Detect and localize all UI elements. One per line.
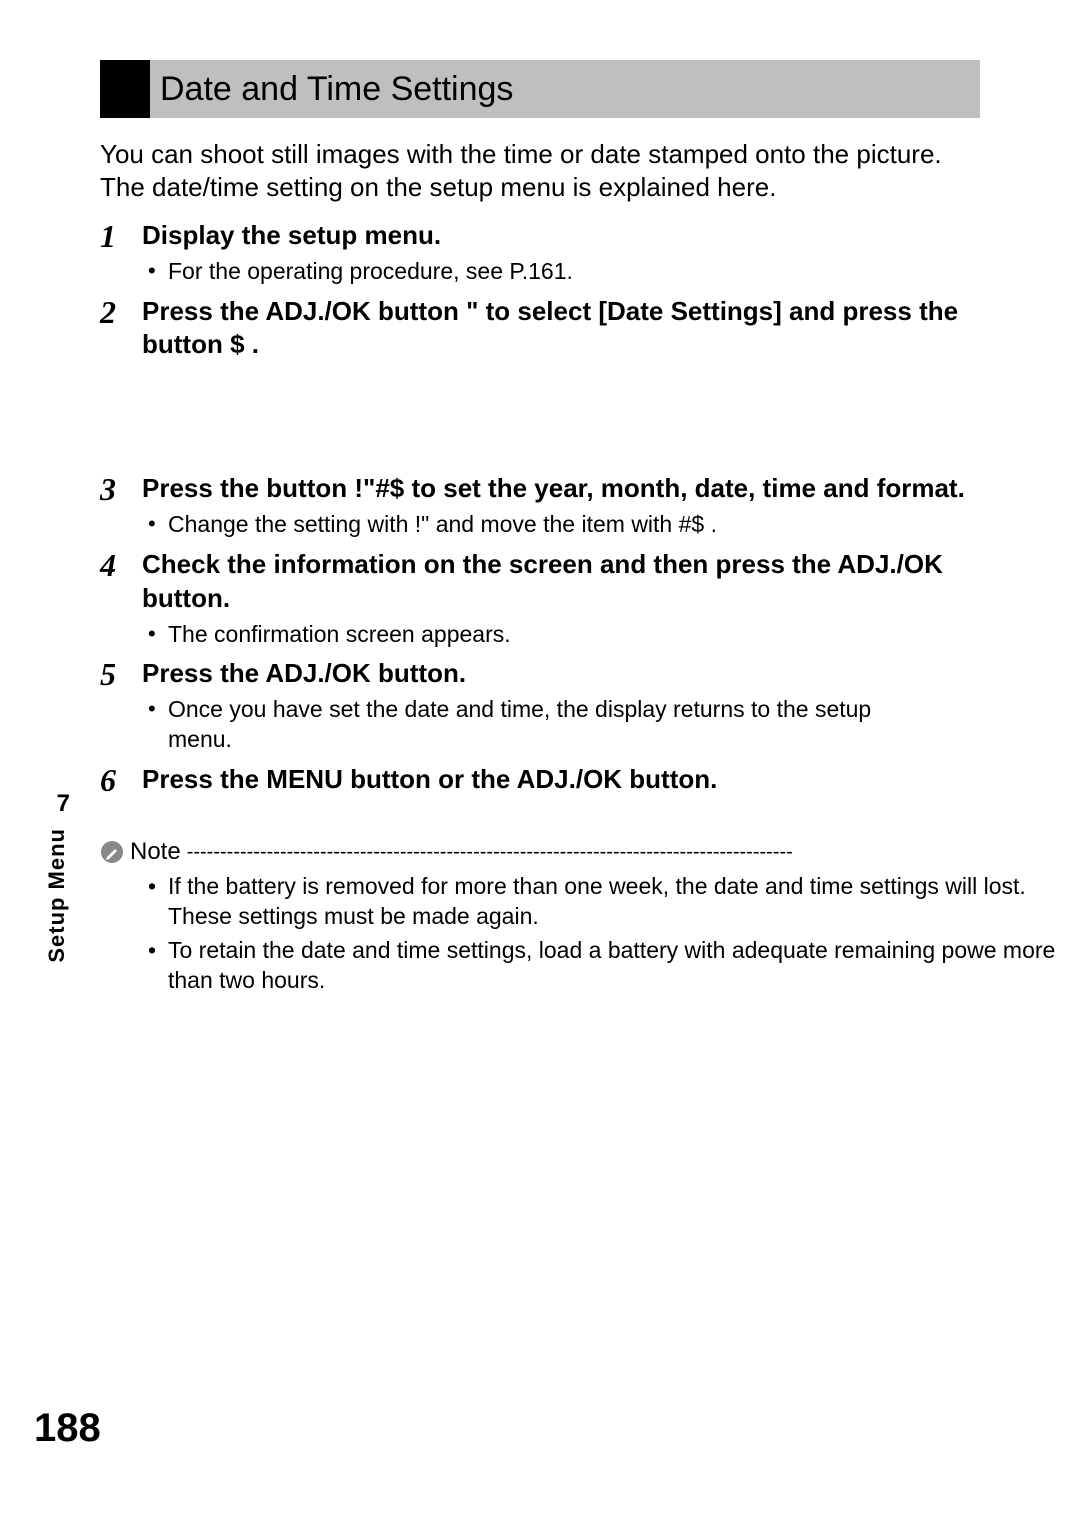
step-title: Check the information on the screen and … [142,548,970,616]
title-black-block [100,60,150,118]
step-body: Press the button !"#$ to set the year, m… [142,472,970,540]
step-number: 2 [100,295,142,363]
intro-line-1: You can shoot still images with the time… [100,138,970,171]
step-1: 1 Display the setup menu. For the operat… [100,219,970,287]
note-dashes: ----------------------------------------… [187,841,1080,864]
step-sub: For the operating procedure, see P.161. [142,257,970,287]
step-title: Display the setup menu. [142,219,970,253]
note-list: If the battery is removed for more than … [100,872,1064,996]
step-number: 1 [100,219,142,287]
note-item: If the battery is removed for more than … [144,872,1064,932]
step-body: Display the setup menu. For the operatin… [142,219,970,287]
step-6: 6 Press the MENU button or the ADJ./OK b… [100,763,970,798]
step-title: Press the ADJ./OK button " to select [Da… [142,295,970,363]
step-sub: The confirmation screen appears. [142,620,970,650]
chapter-number: 7 [42,790,70,818]
note-header: Note -----------------------------------… [100,838,1080,866]
note-item: To retain the date and time settings, lo… [144,936,1064,996]
side-label: 7 Setup Menu [42,790,70,963]
step-body: Check the information on the screen and … [142,548,970,649]
step-number: 3 [100,472,142,540]
step-number: 4 [100,548,142,649]
step-number: 5 [100,657,142,755]
steps-list: 1 Display the setup menu. For the operat… [100,219,970,798]
step-body: Press the ADJ./OK button " to select [Da… [142,295,970,363]
section-title-bar: Date and Time Settings [100,60,980,118]
step-title: Press the MENU button or the ADJ./OK but… [142,763,970,797]
page-number: 188 [34,1406,101,1451]
intro-line-2: The date/time setting on the setup menu … [100,171,970,204]
step-sub: Change the setting with !" and move the … [142,510,970,540]
step-title: Press the button !"#$ to set the year, m… [142,472,970,506]
step-5: 5 Press the ADJ./OK button. Once you hav… [100,657,970,755]
step-body: Press the ADJ./OK button. Once you have … [142,657,970,755]
step-3: 3 Press the button !"#$ to set the year,… [100,472,970,540]
step-title: Press the ADJ./OK button. [142,657,970,691]
pencil-icon [100,840,124,864]
step-sub: Once you have set the date and time, the… [142,695,928,755]
step-2: 2 Press the ADJ./OK button " to select [… [100,295,970,363]
step-number: 6 [100,763,142,798]
intro-text: You can shoot still images with the time… [100,138,970,203]
step-4: 4 Check the information on the screen an… [100,548,970,649]
manual-page: Date and Time Settings You can shoot sti… [0,0,1080,1521]
chapter-name: Setup Menu [44,828,70,963]
step-body: Press the MENU button or the ADJ./OK but… [142,763,970,798]
note-label: Note [130,838,181,866]
section-title: Date and Time Settings [150,60,980,118]
